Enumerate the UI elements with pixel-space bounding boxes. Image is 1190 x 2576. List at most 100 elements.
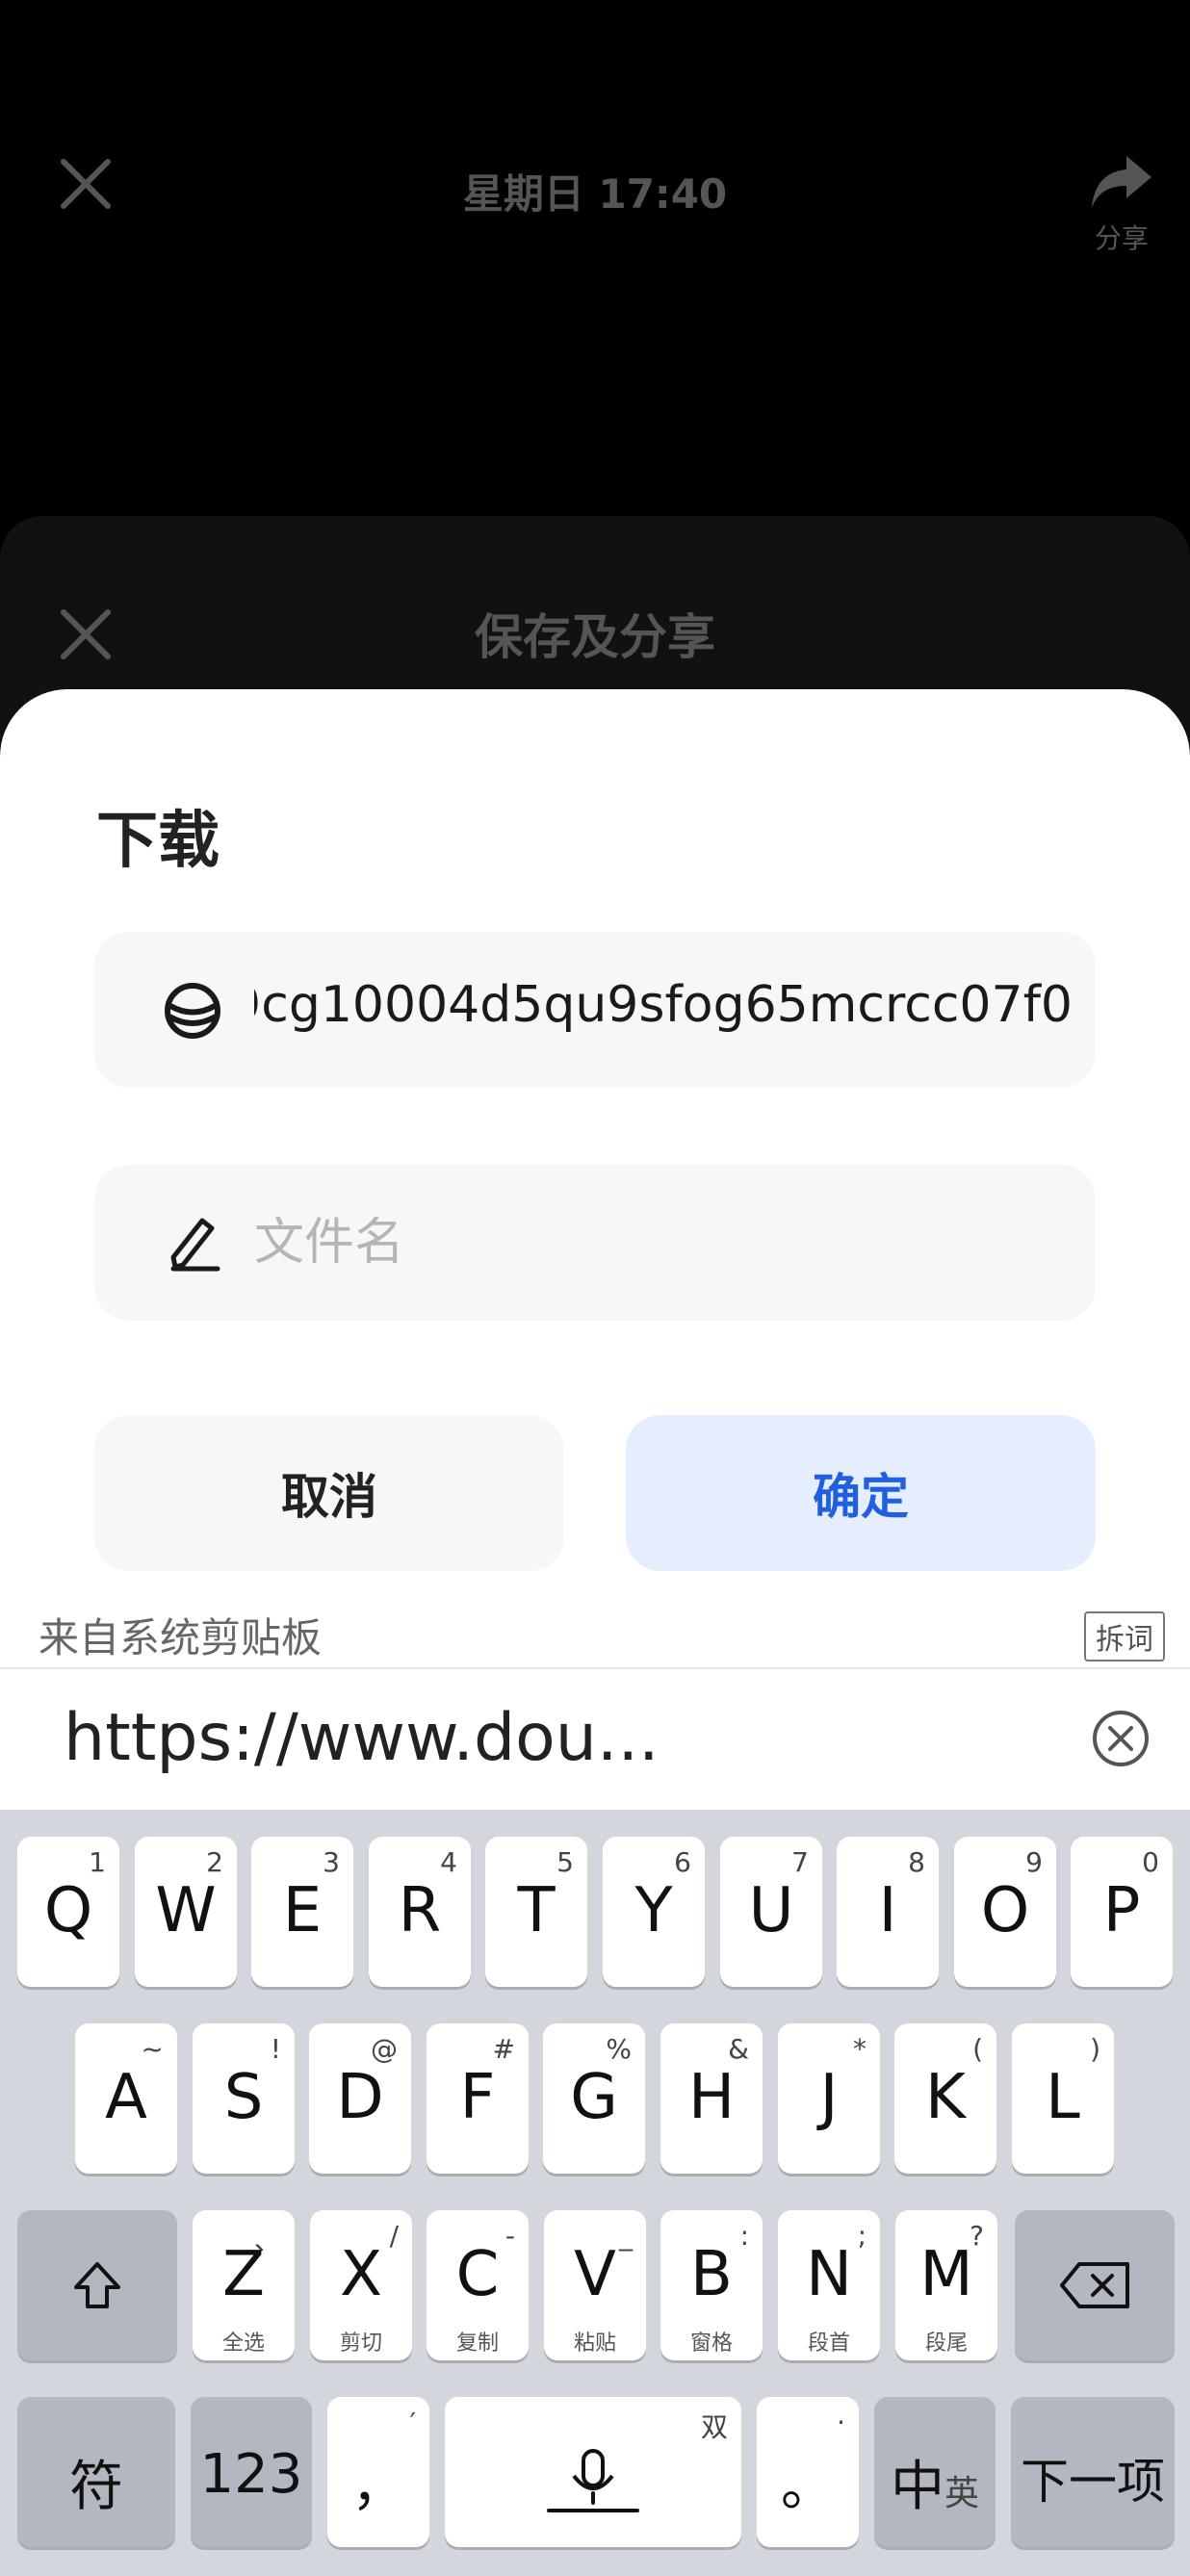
key-secondary: 2 [206,1846,223,1878]
key-x[interactable]: / X 剪切 [310,2210,412,2360]
pencil-icon [170,1218,220,1272]
keyboard: 符 123 ′ ， 双 · 。 中英 下一项 1Q2W3E4R5T6Y7U8I9… [0,1810,1190,2576]
numbers-label: 123 [199,2443,303,2506]
share-button[interactable]: 分享 [1069,152,1175,256]
key-p[interactable]: 0P [1071,1837,1173,1987]
symbols-key[interactable]: 符 [17,2397,175,2547]
dialog-title: 下载 [96,806,220,877]
page-title: 星期日 17:40 [462,170,728,218]
clear-icon[interactable] [1090,1708,1151,1769]
key-label: J [819,2062,839,2133]
key-q[interactable]: 1Q [17,1837,119,1987]
next-label: 下一项 [1021,2454,1165,2510]
key-c[interactable]: - C 复制 [427,2210,529,2360]
key-e[interactable]: 3E [251,1837,353,1987]
key-label: E [282,1875,323,1946]
key-g[interactable]: % G [543,2023,645,2174]
shift-icon [74,2262,120,2308]
comma-key[interactable]: ′ ， [327,2397,429,2547]
clipboard-suggestion[interactable]: https://www.dou... [0,1667,1190,1810]
language-label: 中英 [874,2443,996,2521]
backspace-key[interactable] [1015,2210,1175,2360]
shift-key[interactable] [17,2210,177,2360]
key-j[interactable]: * J [778,2023,880,2174]
key-z[interactable]: 、 Z 全选 [193,2210,295,2360]
lang-sub: 英 [944,2474,979,2513]
next-key[interactable]: 下一项 [1011,2397,1175,2547]
top-bar: 星期日 17:40 分享 [0,0,1190,520]
key-a[interactable]: ~ A [75,2023,177,2174]
key-label: G [570,2062,618,2133]
key-label: V [574,2239,616,2310]
url-field[interactable]: d69cg10004d5qu9sfog65mcrcc07f0 [94,932,1096,1088]
key-secondary: 3 [323,1846,340,1878]
key-f[interactable]: # F [427,2023,529,2174]
key-label: N [806,2239,852,2310]
key-shortcut: 粘贴 [573,2331,616,2356]
key-label: C [455,2239,500,2310]
key-secondary: 6 [674,1846,691,1878]
key-secondary: 5 [556,1846,574,1878]
key-shortcut: 复制 [455,2331,499,2356]
period-key[interactable]: · 。 [757,2397,859,2547]
key-secondary: 4 [440,1846,457,1878]
key-secondary: & [728,2033,749,2065]
key-k[interactable]: (K [894,2023,996,2174]
split-words-button[interactable]: 拆词 [1084,1611,1165,1662]
key-label: Z [222,2239,265,2310]
clipboard-text: https://www.dou... [64,1700,660,1776]
url-value: d69cg10004d5qu9sfog65mcrcc07f0 [254,976,1073,1034]
key-secondary: ( [972,2033,983,2065]
database-icon [165,983,220,1039]
clipboard-label: 来自系统剪贴板 [39,1614,323,1662]
key-t[interactable]: 5T [485,1837,587,1987]
key-secondary: @ [371,2033,398,2065]
key-label: X [340,2239,382,2310]
key-label: M [919,2239,973,2310]
key-label: A [105,2062,147,2133]
key-secondary: 1 [89,1846,106,1878]
language-key[interactable]: 中英 [874,2397,996,2547]
key-w[interactable]: 2W [135,1837,237,1987]
comma-sup: ′ [409,2407,416,2438]
share-arrow-icon [1092,156,1151,208]
key-n[interactable]: ; N 段首 [778,2210,880,2360]
key-r[interactable]: 4R [369,1837,471,1987]
key-o[interactable]: 9O [954,1837,1056,1987]
key-label: H [687,2062,736,2133]
key-b[interactable]: : B 窗格 [660,2210,763,2360]
key-y[interactable]: 6Y [603,1837,705,1987]
key-s[interactable]: ! S [193,2023,295,2174]
microphone-icon [547,2449,639,2513]
key-h[interactable]: & H [660,2023,763,2174]
key-u[interactable]: 7U [720,1837,822,1987]
key-secondary: ~ [141,2033,164,2065]
key-label: P [1102,1875,1141,1946]
confirm-button[interactable]: 确定 [626,1415,1096,1571]
key-label: F [459,2062,496,2133]
key-label: R [398,1875,442,1946]
key-v[interactable]: _ V 粘贴 [544,2210,646,2360]
key-secondary: ) [1090,2033,1100,2065]
period-label: 。 [781,2456,835,2518]
space-key[interactable]: 双 [445,2397,741,2547]
key-d[interactable]: @ D [309,2023,411,2174]
filename-field[interactable] [94,1165,1096,1321]
key-m[interactable]: ? M 段尾 [895,2210,997,2360]
key-i[interactable]: 8I [837,1837,939,1987]
key-label: S [223,2062,264,2133]
key-label: B [690,2239,733,2310]
space-sup: 双 [700,2411,728,2443]
key-shortcut: 全选 [221,2331,265,2356]
filename-input[interactable] [254,1207,1044,1278]
numbers-key[interactable]: 123 [191,2397,312,2547]
symbols-label: 符 [69,2456,123,2518]
cancel-button[interactable]: 取消 [94,1415,564,1571]
key-secondary: ! [270,2033,281,2065]
key-label: K [925,2062,966,2133]
key-secondary: % [606,2033,632,2065]
clipboard-bar: 来自系统剪贴板 拆词 [0,1594,1190,1667]
sheet-title: 保存及分享 [475,609,715,665]
key-l[interactable]: ) L [1012,2023,1114,2174]
key-secondary: 9 [1025,1846,1043,1878]
